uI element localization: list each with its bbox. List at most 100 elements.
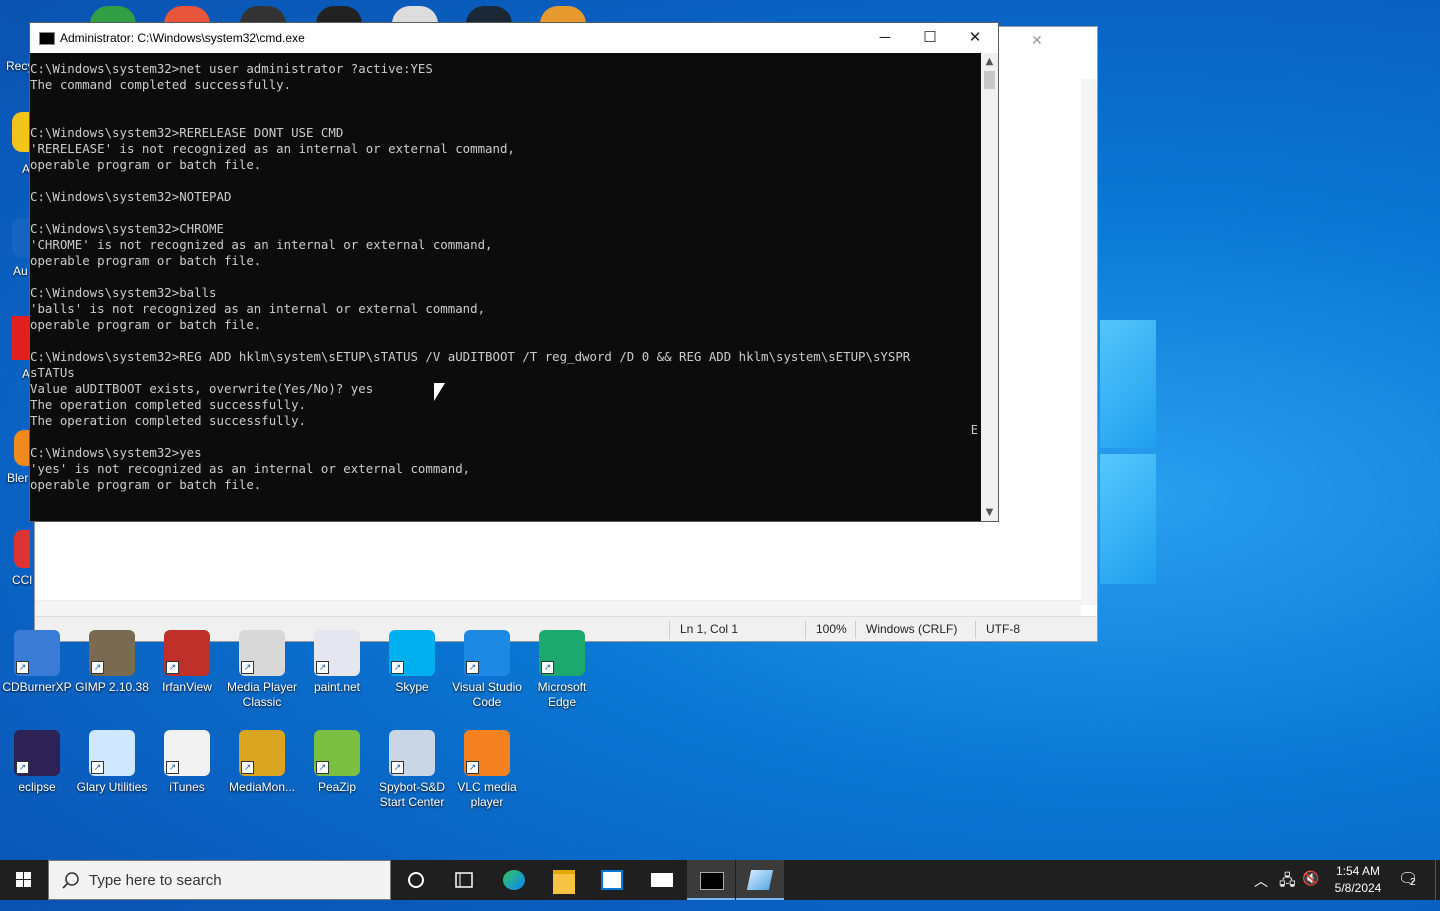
search-box[interactable]: Type here to search [48, 860, 391, 900]
desktop-icon[interactable]: ↗ VLC media player [450, 730, 524, 810]
minimize-button[interactable]: ─ [862, 23, 908, 53]
desktop-icon[interactable]: ↗ Spybot-S&D Start Center [375, 730, 449, 810]
console-output[interactable]: C:\Windows\system32>net user administrat… [30, 61, 982, 521]
volume-muted-icon[interactable]: 🔇 [1302, 870, 1319, 910]
shortcut-arrow-icon: ↗ [91, 761, 104, 774]
console-line: sTATUs [30, 365, 75, 380]
peazip-icon: ↗ [314, 730, 360, 776]
desktop-partial-label[interactable]: CCl [12, 573, 32, 587]
clock[interactable]: 1:54 AM 5/8/2024 [1330, 863, 1386, 903]
line-ending: Windows (CRLF) [855, 621, 957, 639]
desktop-icon[interactable]: ↗ iTunes [150, 730, 224, 795]
taskbar-cmd[interactable] [687, 860, 735, 900]
taskbar-file-explorer[interactable] [540, 860, 588, 900]
desktop-icon[interactable]: ↗ MediaMon... [225, 730, 299, 795]
desktop-icon[interactable]: ↗ Visual Studio Code [450, 630, 524, 710]
taskbar-mail[interactable] [638, 860, 686, 900]
desktop-icon[interactable]: ↗ CDBurnerXP [0, 630, 74, 695]
itunes-icon: ↗ [164, 730, 210, 776]
cortana-button[interactable] [392, 860, 440, 900]
shortcut-arrow-icon: ↗ [541, 661, 554, 674]
windows-start-icon [16, 872, 31, 887]
start-button[interactable] [0, 860, 48, 900]
show-desktop-button[interactable] [1435, 860, 1440, 900]
vlc-icon: ↗ [464, 730, 510, 776]
mail-icon [651, 873, 673, 887]
gimp-icon: ↗ [89, 630, 135, 676]
desktop-icon[interactable]: ↗ eclipse [0, 730, 74, 795]
vertical-scrollbar[interactable]: ▲ ▼ [981, 53, 998, 521]
encoding: UTF-8 [975, 621, 1020, 639]
taskbar-notepad[interactable] [736, 860, 784, 900]
shortcut-arrow-icon: ↗ [166, 661, 179, 674]
desktop-icon-label: Spybot-S&D Start Center [378, 780, 446, 809]
console-line: Value aUDITBOOT exists, overwrite(Yes/No… [30, 381, 374, 396]
taskbar-edge[interactable] [490, 860, 538, 900]
taskbar-store[interactable] [588, 860, 636, 900]
edge-icon [503, 870, 525, 890]
shortcut-arrow-icon: ↗ [466, 661, 479, 674]
desktop-icon-label: Microsoft Edge [537, 680, 587, 709]
network-icon[interactable]: 🖧 [1279, 870, 1296, 910]
skype-icon: ↗ [389, 630, 435, 676]
scroll-thumb[interactable] [984, 71, 995, 89]
console-stray-char: E [970, 423, 978, 437]
shortcut-arrow-icon: ↗ [166, 761, 179, 774]
desktop-icon-label: CDBurnerXP [2, 680, 72, 694]
scroll-down-icon[interactable]: ▼ [981, 507, 998, 518]
windows-wallpaper-logo [1080, 300, 1380, 600]
console-line: C:\Windows\system32>net user administrat… [30, 61, 433, 76]
desktop-icon[interactable]: ↗ PeaZip [300, 730, 374, 795]
console-line: C:\Windows\system32>yes [30, 445, 202, 460]
mpc-icon: ↗ [239, 630, 285, 676]
shortcut-arrow-icon: ↗ [391, 661, 404, 674]
desktop-icon[interactable]: ↗ Microsoft Edge [525, 630, 599, 710]
vertical-scrollbar[interactable] [1081, 79, 1097, 605]
task-view-button[interactable] [440, 860, 488, 900]
show-hidden-icons[interactable]: ︿ [1254, 871, 1268, 911]
console-line: C:\Windows\system32>REG ADD hklm\system\… [30, 349, 911, 364]
close-button[interactable]: ✕ [952, 23, 998, 53]
console-line: 'yes' is not recognized as an internal o… [30, 461, 471, 476]
shortcut-arrow-icon: ↗ [16, 661, 29, 674]
desktop-icon-label: eclipse [18, 780, 56, 794]
console-line: The command completed successfully. [30, 77, 292, 92]
partial-app-icon [14, 530, 30, 568]
console-line: 'balls' is not recognized as an internal… [30, 301, 486, 316]
partial-app-icon [14, 430, 30, 466]
desktop-icon-label: IrfanView [162, 680, 212, 694]
desktop-icon[interactable]: ↗ Skype [375, 630, 449, 695]
console-line: C:\Windows\system32>RERELEASE DONT USE C… [30, 125, 344, 140]
disc-icon: ↗ [14, 630, 60, 676]
console-line: The operation completed successfully. [30, 397, 307, 412]
cmd-window[interactable]: Administrator: C:\Windows\system32\cmd.e… [29, 22, 999, 522]
clock-date: 5/8/2024 [1334, 881, 1382, 895]
console-line: operable program or batch file. [30, 477, 262, 492]
horizontal-scrollbar[interactable] [35, 600, 1081, 617]
title-bar[interactable]: Administrator: C:\Windows\system32\cmd.e… [30, 23, 998, 53]
console-line: operable program or batch file. [30, 157, 262, 172]
store-icon [601, 870, 623, 890]
shortcut-arrow-icon: ↗ [466, 761, 479, 774]
notification-center-button[interactable]: 🗨 2 [1398, 869, 1422, 909]
desktop-icon[interactable]: ↗ paint.net [300, 630, 374, 695]
console-line: C:\Windows\system32>NOTEPAD [30, 189, 232, 204]
desktop-partial-label[interactable]: Au [13, 264, 28, 278]
console-line: C:\Windows\system32>CHROME [30, 221, 224, 236]
console-line: The operation completed successfully. [30, 413, 307, 428]
maximize-button[interactable]: ☐ [907, 23, 953, 53]
mediamonkey-icon: ↗ [239, 730, 285, 776]
desktop-icon[interactable]: ↗ Media Player Classic [225, 630, 299, 710]
glary-icon: ↗ [89, 730, 135, 776]
desktop-partial-label[interactable]: Bler [7, 471, 28, 485]
close-icon[interactable]: ✕ [1031, 33, 1043, 49]
scroll-up-icon[interactable]: ▲ [981, 56, 998, 67]
desktop-icon[interactable]: ↗ IrfanView [150, 630, 224, 695]
desktop-icon[interactable]: ↗ GIMP 2.10.38 [75, 630, 149, 695]
partial-app-icon [12, 218, 30, 258]
desktop-icon[interactable]: ↗ Glary Utilities [75, 730, 149, 795]
desktop-icon-label: VLC media player [457, 780, 517, 809]
